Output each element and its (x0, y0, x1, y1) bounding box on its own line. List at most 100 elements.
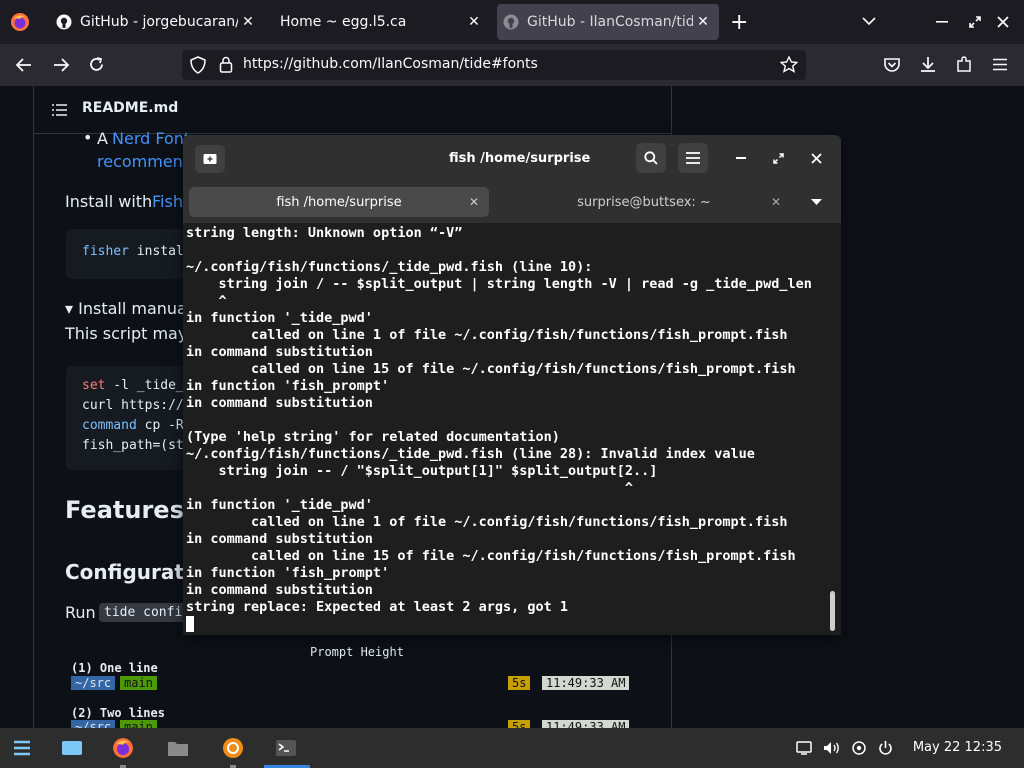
terminal-scrollbar[interactable] (830, 591, 835, 631)
minimize-icon[interactable] (936, 20, 948, 24)
files-launcher[interactable] (158, 728, 198, 768)
close-icon[interactable] (811, 153, 822, 164)
maximize-icon[interactable] (773, 153, 784, 164)
app-menu-button[interactable] (2, 728, 42, 768)
downloads-icon[interactable] (920, 56, 936, 73)
firefox-launcher[interactable] (103, 728, 143, 768)
seg-branch: main (120, 676, 157, 690)
back-icon[interactable] (15, 57, 33, 73)
terminal-line: called on line 1 of file ~/.config/fish/… (186, 514, 788, 530)
close-tab-icon[interactable]: ✕ (464, 14, 484, 30)
terminal-line: in command substitution (186, 531, 373, 547)
minimize-icon[interactable] (736, 157, 746, 160)
demo-two-lines: (2) Two lines (71, 706, 165, 720)
tab-overview-dropdown-icon[interactable] (811, 199, 822, 206)
folder-icon (168, 742, 188, 756)
power-icon[interactable] (878, 740, 893, 756)
close-window-icon[interactable] (996, 15, 1010, 29)
seg-dir: ~/src (71, 720, 116, 728)
terminal-line: in command substitution (186, 582, 373, 598)
screen-icon[interactable] (796, 741, 812, 755)
new-tab-icon (203, 154, 217, 164)
seg-time: 11:49:33 AM (542, 720, 630, 728)
search-icon (644, 151, 658, 165)
lock-icon[interactable] (219, 56, 233, 73)
terminal-line: in function 'fish_prompt' (186, 378, 390, 394)
terminal-line: ~/.config/fish/functions/_tide_pwd.fish … (186, 259, 593, 275)
tab-title: GitHub - jorgebucaran/fisher (80, 14, 238, 30)
new-tab-button[interactable]: + (730, 10, 748, 35)
firefox-icon (113, 738, 133, 758)
terminal-line: ^ (186, 293, 227, 309)
tab-egg[interactable]: Home ~ egg.l5.ca ✕ (272, 4, 492, 40)
hamburger-icon (686, 152, 700, 164)
code-keyword: set (82, 378, 106, 393)
close-tab-icon[interactable]: ✕ (771, 195, 781, 209)
volume-icon[interactable] (823, 741, 841, 755)
reload-icon[interactable] (88, 56, 105, 73)
zorin-logo-icon (14, 740, 30, 756)
forward-icon[interactable] (52, 57, 70, 73)
browser-tab-strip: GitHub - jorgebucaran/fisher ✕ Home ~ eg… (0, 0, 1024, 44)
terminal-line: string length: Unknown option “-V” (186, 225, 463, 241)
seg-dir: ~/src (71, 676, 116, 690)
seg-branch: main (120, 720, 157, 728)
extensions-icon[interactable] (956, 56, 972, 73)
clock[interactable]: May 22 12:35 (913, 740, 1002, 755)
features-heading: Features (65, 496, 184, 524)
workspace-icon (62, 741, 82, 755)
terminal-line: called on line 15 of file ~/.config/fish… (186, 361, 796, 377)
terminal-headerbar: fish /home/surprise (183, 135, 841, 183)
pocket-icon[interactable] (884, 57, 900, 72)
restore-icon[interactable] (968, 15, 982, 29)
taskbar: May 22 12:35 (0, 728, 1024, 768)
terminal-launcher[interactable] (266, 728, 306, 768)
terminal-tab[interactable]: surprise@buttsex: ~ ✕ (497, 187, 791, 217)
code-keyword: command (82, 418, 137, 433)
terminal-tab-bar: fish /home/surprise ✕ surprise@buttsex: … (183, 183, 841, 223)
nerd-font-link[interactable]: Nerd Font (112, 129, 190, 148)
terminal-window: fish /home/surprise fish /home/surprise … (183, 135, 841, 635)
new-tab-button[interactable] (195, 145, 225, 173)
url-bar[interactable]: https://github.com/IlanCosman/tide#fonts (182, 50, 806, 80)
terminal-tab-active[interactable]: fish /home/surprise ✕ (189, 187, 489, 217)
terminal-line: ^ (186, 480, 634, 496)
terminal-title: fish /home/surprise (449, 151, 591, 166)
privacy-indicator-icon[interactable] (852, 741, 866, 755)
github-icon (503, 14, 519, 30)
close-tab-icon[interactable]: ✕ (238, 14, 258, 30)
install-with-text: Install with (65, 192, 153, 211)
terminal-line: (Type 'help string' for related document… (186, 429, 560, 445)
code-text: fish_path=(st (82, 438, 184, 453)
firefox-icon[interactable] (10, 12, 30, 32)
menu-button[interactable] (678, 143, 708, 173)
url-text[interactable]: https://github.com/IlanCosman/tide#fonts (243, 56, 538, 72)
tab-title: GitHub - IlanCosman/tide (527, 14, 693, 30)
terminal-output[interactable]: string length: Unknown option “-V” ~/.con… (183, 223, 841, 635)
seg-duration: 5s (508, 720, 531, 728)
demo-one-line: (1) One line (71, 661, 158, 675)
terminal-line: called on line 15 of file ~/.config/fish… (186, 548, 796, 564)
readme-filename[interactable]: README.md (82, 100, 178, 116)
tab-fisher[interactable]: GitHub - jorgebucaran/fisher ✕ (52, 4, 262, 40)
terminal-line: string replace: Expected at least 2 args… (186, 599, 569, 615)
list-tabs-icon[interactable] (862, 16, 876, 26)
software-store-icon (223, 738, 243, 758)
terminal-line: in function 'fish_prompt' (186, 565, 390, 581)
outline-list-icon[interactable] (52, 104, 67, 116)
github-icon (56, 14, 72, 30)
close-tab-icon[interactable]: ✕ (469, 195, 479, 209)
bookmark-star-icon[interactable] (780, 56, 798, 73)
close-tab-icon[interactable]: ✕ (693, 14, 713, 30)
search-button[interactable] (636, 143, 666, 173)
show-desktop-button[interactable] (52, 728, 92, 768)
menu-icon[interactable] (992, 58, 1008, 71)
code-text: cp -R (136, 418, 184, 433)
tracking-protection-icon[interactable] (190, 56, 206, 74)
demo-title: Prompt Height (310, 645, 404, 659)
terminal-line: in command substitution (186, 344, 373, 360)
software-launcher[interactable] (213, 728, 253, 768)
tab-tide[interactable]: GitHub - IlanCosman/tide ✕ (497, 4, 719, 40)
terminal-tab-title: fish /home/surprise (276, 194, 402, 210)
seg-time: 11:49:33 AM (542, 676, 630, 690)
